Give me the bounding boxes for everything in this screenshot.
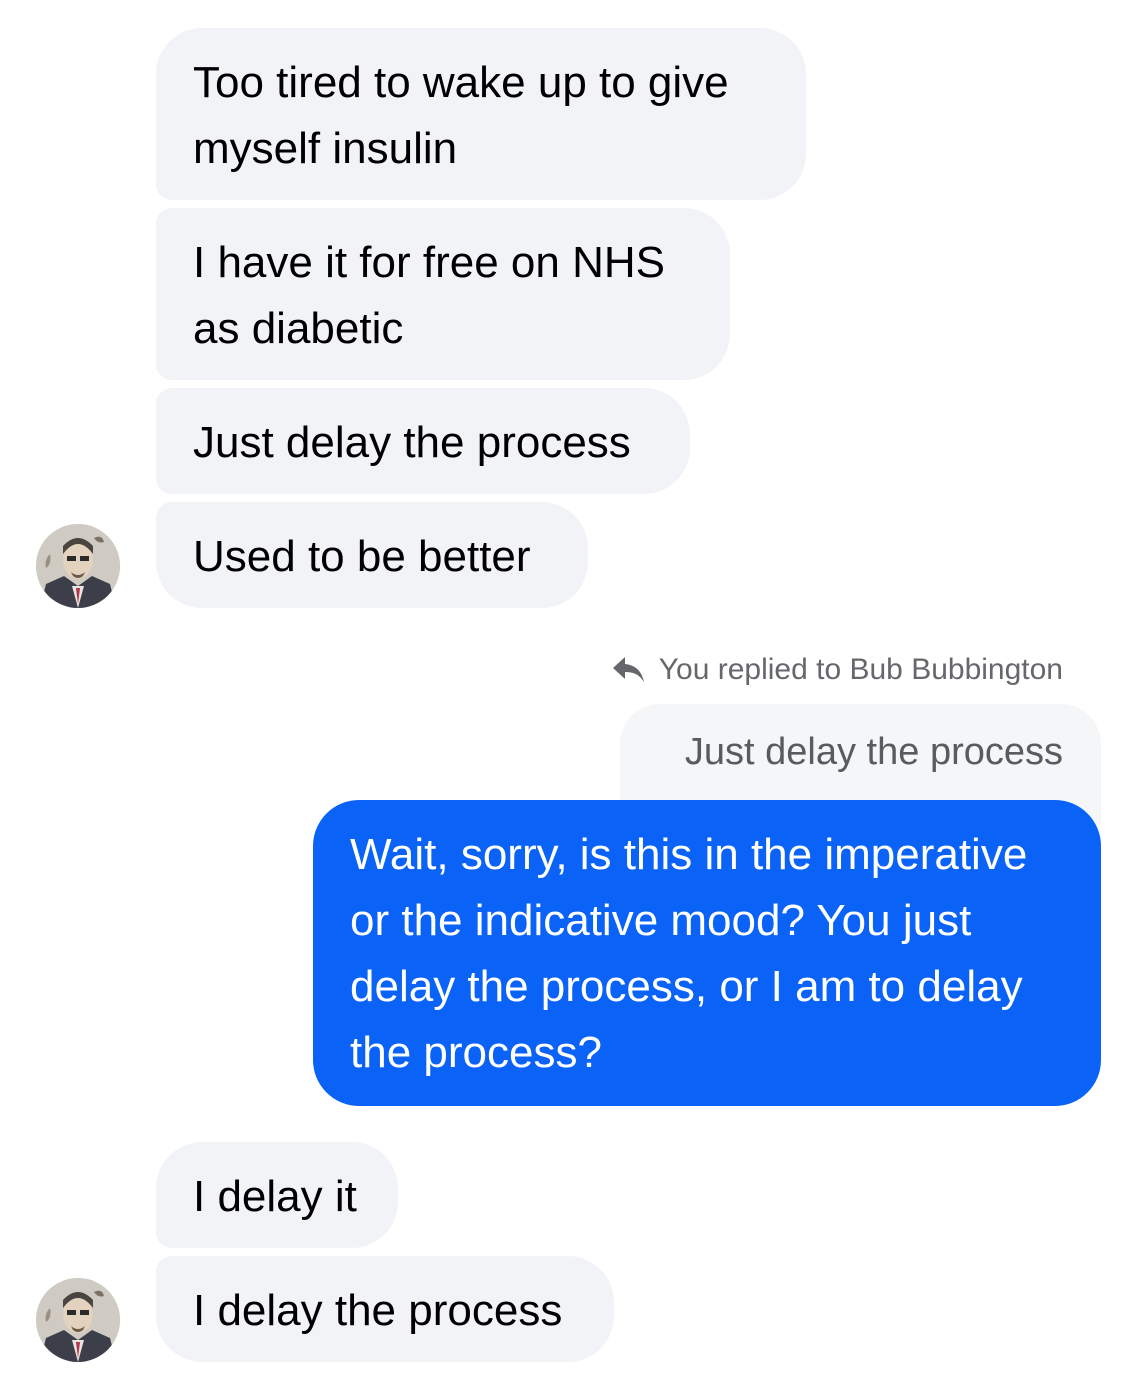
incoming-message[interactable]: I delay the process: [156, 1256, 614, 1362]
incoming-message[interactable]: Too tired to wake up to give myself insu…: [156, 28, 806, 200]
incoming-message[interactable]: I have it for free on NHS as diabetic: [156, 208, 730, 380]
outgoing-message[interactable]: Wait, sorry, is this in the imperative o…: [313, 800, 1101, 1106]
reply-arrow-icon: [612, 657, 644, 682]
reply-indicator: You replied to Bub Bubbington: [611, 648, 1063, 692]
incoming-message[interactable]: I delay it: [156, 1142, 398, 1248]
contact-avatar[interactable]: [36, 524, 120, 608]
contact-avatar[interactable]: [36, 1278, 120, 1362]
reply-label-text: You replied to Bub Bubbington: [658, 653, 1063, 686]
incoming-message[interactable]: Used to be better: [156, 502, 588, 608]
incoming-message[interactable]: Just delay the process: [156, 388, 690, 494]
